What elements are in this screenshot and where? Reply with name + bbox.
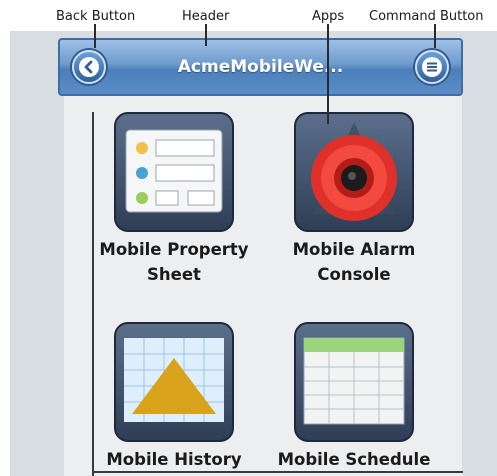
app-label-line: Mobile Alarm: [292, 240, 416, 259]
back-arrow-icon: [79, 57, 99, 77]
leader-header: [205, 24, 207, 46]
app-label-line: Mobile Schedule: [277, 450, 431, 469]
app-mobile-alarm-console[interactable]: Mobile Alarm Console: [269, 112, 439, 292]
leader-back: [94, 24, 96, 48]
app-label: Mobile Property Sheet: [89, 237, 259, 287]
callout-header: Header: [182, 9, 230, 24]
leader-apps: [327, 24, 329, 124]
schedule-grid-icon: [294, 322, 414, 442]
app-label: Mobile History: [89, 447, 259, 472]
property-sheet-icon: [114, 112, 234, 232]
app-label-line: Console: [317, 265, 391, 284]
back-button[interactable]: [72, 50, 106, 84]
app-label-line: Mobile History: [106, 450, 242, 469]
app-label: Mobile Alarm Console: [269, 237, 439, 287]
app-mobile-history[interactable]: Mobile History: [89, 322, 259, 476]
header-bar: AcmeMobileWe...: [58, 38, 463, 96]
alarm-console-icon: [294, 112, 414, 232]
callout-command-button: Command Button: [369, 9, 484, 24]
callout-apps: Apps: [312, 9, 345, 24]
app-label: Mobile Schedule: [269, 447, 439, 472]
callout-back-button: Back Button: [56, 9, 136, 24]
menu-icon: [422, 57, 442, 77]
leader-command: [434, 24, 436, 48]
command-button[interactable]: [415, 50, 449, 84]
app-mobile-property-sheet[interactable]: Mobile Property Sheet: [89, 112, 259, 292]
app-mobile-schedule[interactable]: Mobile Schedule: [269, 322, 439, 476]
header-title: AcmeMobileWe...: [177, 57, 344, 77]
app-label-line: Mobile Property: [99, 240, 249, 259]
history-chart-icon: [114, 322, 234, 442]
app-label-line: Sheet: [147, 265, 201, 284]
